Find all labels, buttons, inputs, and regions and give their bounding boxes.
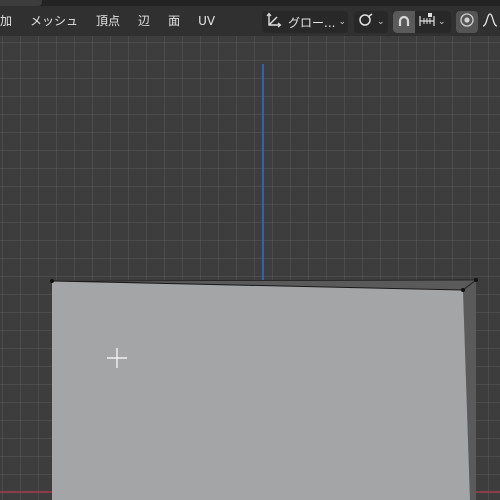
snap-controls: ⌄ (393, 11, 451, 33)
mesh-vertex[interactable] (50, 279, 54, 283)
menu-face[interactable]: 面 (159, 6, 189, 36)
3d-viewport[interactable] (0, 36, 500, 500)
snap-target-dropdown[interactable]: ⌄ (419, 12, 446, 32)
transform-pivot-icon (266, 12, 282, 32)
menu-add[interactable]: 加 (0, 6, 21, 36)
snap-link-dropdown[interactable]: ⌄ (354, 11, 388, 33)
link-icon (358, 12, 374, 32)
menu-edge[interactable]: 辺 (129, 6, 159, 36)
mesh-vertex[interactable] (474, 278, 478, 282)
proportional-editing-icon (459, 12, 475, 32)
viewport-scene (0, 64, 500, 500)
menu-vertex[interactable]: 頂点 (87, 6, 129, 36)
falloff-curve-icon (482, 12, 498, 32)
snap-increment-icon (419, 12, 435, 32)
chevron-down-icon: ⌄ (377, 17, 385, 27)
chevron-down-icon: ⌄ (338, 17, 346, 27)
menu-mesh[interactable]: メッシュ (21, 6, 87, 36)
falloff-dropdown[interactable] (482, 11, 500, 33)
mesh-front-face[interactable] (52, 281, 470, 500)
transform-orientation-dropdown[interactable]: グロー... ⌄ (262, 11, 348, 33)
viewport-header: 加 メッシュ 頂点 辺 面 UV グロー... ⌄ ⌄ ⌄ (0, 6, 500, 36)
magnet-snap-icon[interactable] (393, 11, 415, 33)
mesh-vertex[interactable] (461, 288, 465, 292)
header-menu: 加 メッシュ 頂点 辺 面 UV (0, 6, 224, 36)
transform-orientation-label: グロー... (288, 15, 336, 30)
menu-uv[interactable]: UV (189, 6, 224, 36)
chevron-down-icon: ⌄ (438, 17, 446, 27)
proportional-editing-toggle[interactable] (456, 11, 478, 33)
